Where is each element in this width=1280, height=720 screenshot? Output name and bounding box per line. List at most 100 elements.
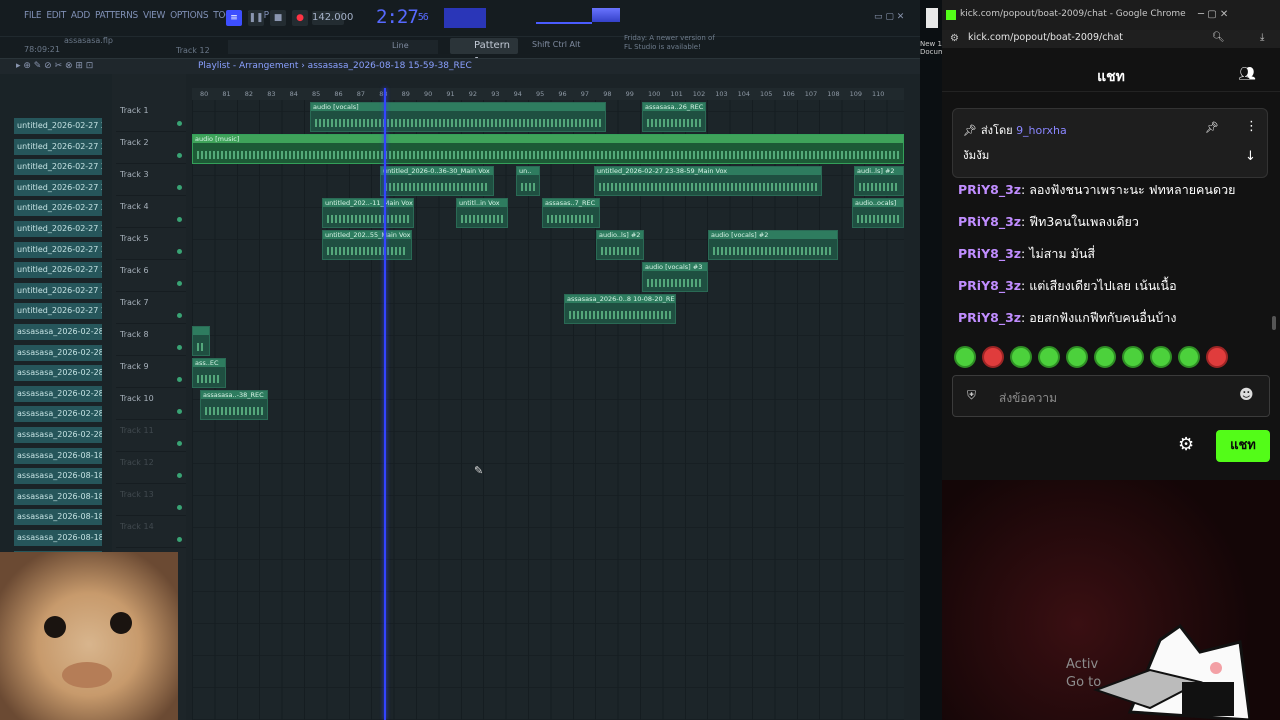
- track-enable-dot[interactable]: [177, 441, 182, 446]
- emoji-icon[interactable]: ☻: [1239, 387, 1254, 403]
- track-header[interactable]: Track 11: [116, 420, 186, 452]
- browser-item[interactable]: assasasa_2026-02-28 10..: [14, 427, 102, 443]
- track-header[interactable]: Track 6: [116, 260, 186, 292]
- document-icon[interactable]: [926, 8, 938, 28]
- playlist-tools[interactable]: ▸ ⊕ ✎ ⊘ ✂ ⊗ ⊞ ⊡: [16, 61, 93, 71]
- browser-item[interactable]: assasasa_2026-02-28 10..: [14, 365, 102, 382]
- audio-clip[interactable]: untitled_2026-02-27 23-38-59_Main Vox: [594, 166, 822, 196]
- track-enable-dot[interactable]: [177, 505, 182, 510]
- browser-item[interactable]: assasasa_2026-08-18 15..: [14, 468, 102, 485]
- browser-item[interactable]: assasasa_2026-02-28 10..: [14, 385, 102, 402]
- track-enable-dot[interactable]: [177, 473, 182, 478]
- menu-options[interactable]: OPTIONS: [170, 10, 208, 21]
- audio-clip[interactable]: un..: [516, 166, 540, 196]
- song-mode-button[interactable]: ≡: [226, 10, 242, 26]
- track-enable-dot[interactable]: [177, 313, 182, 318]
- browser-item[interactable]: untitled_2026-02-27 23-..: [14, 159, 102, 176]
- audio-clip[interactable]: audi..ls] #2: [854, 166, 904, 196]
- pinned-user[interactable]: 9_horxha: [1016, 124, 1067, 137]
- download-icon[interactable]: ⤓: [1260, 32, 1264, 43]
- audio-clip[interactable]: assasasa..26_REC: [642, 102, 706, 132]
- emote-icon[interactable]: [1150, 346, 1172, 368]
- browser-item[interactable]: assasasa_2026-08-18 15..: [14, 488, 102, 505]
- chat-username[interactable]: PRiY8_3z: [958, 278, 1021, 293]
- chat-username[interactable]: PRiY8_3z: [958, 214, 1021, 229]
- track-enable-dot[interactable]: [177, 345, 182, 350]
- audio-clip[interactable]: audio..ls] #2: [596, 230, 644, 260]
- track-enable-dot[interactable]: [177, 409, 182, 414]
- chat-username[interactable]: PRiY8_3z: [958, 310, 1021, 325]
- chat-input[interactable]: ⛨ ส่งข้อความ ☻: [952, 375, 1270, 417]
- track-enable-dot[interactable]: [177, 121, 182, 126]
- users-icon[interactable]: 👥︎: [1238, 66, 1256, 82]
- track-header[interactable]: Track 9: [116, 356, 186, 388]
- track-header[interactable]: Track 5: [116, 228, 186, 260]
- url-text[interactable]: kick.com/popout/boat-2009/chat: [968, 32, 1123, 43]
- scrollbar[interactable]: [1272, 316, 1276, 330]
- expand-icon[interactable]: ↓: [1245, 149, 1256, 164]
- snap-mode[interactable]: Line: [392, 41, 409, 50]
- playhead[interactable]: [384, 88, 386, 720]
- browser-item[interactable]: assasasa_2026-08-18 15..: [14, 509, 102, 526]
- emote-icon[interactable]: [1038, 346, 1060, 368]
- track-header[interactable]: Track 14: [116, 516, 186, 548]
- audio-clip[interactable]: audio..ocals]: [852, 198, 904, 228]
- pinned-message[interactable]: 📌︎ ส่งโดย 9_horxha 📌︎ ⋮ งัมงัม ↓: [952, 108, 1268, 178]
- track-enable-dot[interactable]: [177, 281, 182, 286]
- browser-item[interactable]: untitled_2026-02-27 23-..: [14, 221, 102, 237]
- track-enable-dot[interactable]: [177, 185, 182, 190]
- arrangement-grid[interactable]: audio [vocals] assasasa..26_REC audio [mus…: [192, 88, 904, 720]
- audio-clip[interactable]: untitled_202..55_Main Vox: [322, 230, 412, 260]
- track-enable-dot[interactable]: [177, 249, 182, 254]
- browser-item[interactable]: untitled_2026-02-27 23-..: [14, 179, 102, 196]
- emote-icon[interactable]: [1206, 346, 1228, 368]
- emote-icon[interactable]: [1122, 346, 1144, 368]
- menu-add[interactable]: ADD: [71, 10, 90, 21]
- audio-clip[interactable]: untitled_2026-0..36-30_Main Vox: [380, 166, 494, 196]
- audio-clip[interactable]: audio [vocals]: [310, 102, 606, 132]
- update-hint[interactable]: Friday: A newer version of FL Studio is …: [624, 34, 715, 52]
- send-chat-button[interactable]: แชท: [1216, 430, 1270, 462]
- audio-clip[interactable]: assasasa..-38_REC: [200, 390, 268, 420]
- browser-item[interactable]: assasasa_2026-02-28 10..: [14, 324, 102, 340]
- audio-clip[interactable]: assasasa_2026-0..8 10-08-20_REC: [564, 294, 676, 324]
- browser-item[interactable]: untitled_2026-02-27 23-..: [14, 262, 102, 279]
- window-controls[interactable]: ─ ▢ ✕: [1198, 9, 1228, 20]
- track-header[interactable]: Track 1: [116, 100, 186, 132]
- tempo-display[interactable]: 142.000: [312, 11, 353, 25]
- track-header[interactable]: Track 13: [116, 484, 186, 516]
- track-header[interactable]: Track 10: [116, 388, 186, 420]
- audio-clip[interactable]: untitl..in Vox: [456, 198, 508, 228]
- browser-item[interactable]: untitled_2026-02-27 23-..: [14, 241, 102, 258]
- track-header[interactable]: Track 12: [116, 452, 186, 484]
- track-header[interactable]: Track 4: [116, 196, 186, 228]
- browser-item[interactable]: untitled_2026-02-27 23-..: [14, 138, 102, 155]
- audio-clip[interactable]: assasas..7_REC: [542, 198, 600, 228]
- browser-item[interactable]: assasasa_2026-08-18 15..: [14, 530, 102, 546]
- settings-icon[interactable]: ⚙: [1178, 434, 1194, 455]
- shield-icon[interactable]: ⛨: [967, 388, 976, 403]
- emote-icon[interactable]: [1094, 346, 1116, 368]
- stop-button[interactable]: ■: [270, 10, 286, 26]
- browser-item[interactable]: assasasa_2026-02-28 10..: [14, 406, 102, 423]
- emote-icon[interactable]: [954, 346, 976, 368]
- site-settings-icon[interactable]: ⚙: [950, 33, 959, 44]
- track-enable-dot[interactable]: [177, 217, 182, 222]
- audio-clip[interactable]: audio [vocals] #3: [642, 262, 708, 292]
- menu-file[interactable]: FILE: [24, 10, 42, 21]
- emote-icon[interactable]: [1178, 346, 1200, 368]
- track-header[interactable]: Track 3: [116, 164, 186, 196]
- audio-clip[interactable]: untitled_202..-11_Main Vox: [322, 198, 414, 228]
- browser-item[interactable]: untitled_2026-02-27 23-..: [14, 282, 102, 299]
- zoom-icon[interactable]: 🔍︎: [1212, 32, 1225, 43]
- audio-clip[interactable]: audio [vocals] #2: [708, 230, 838, 260]
- track-header[interactable]: Track 7: [116, 292, 186, 324]
- audio-clip[interactable]: ass..EC: [192, 358, 226, 388]
- pattern-selector[interactable]: Pattern 1: [450, 38, 518, 67]
- timeline-ruler[interactable]: 8081828384858687888990919293949596979899…: [192, 88, 904, 100]
- emote-icon[interactable]: [1010, 346, 1032, 368]
- unpin-icon[interactable]: 📌︎: [1205, 121, 1219, 134]
- track-enable-dot[interactable]: [177, 537, 182, 542]
- more-icon[interactable]: ⋮: [1245, 119, 1258, 134]
- menu-edit[interactable]: EDIT: [46, 10, 66, 21]
